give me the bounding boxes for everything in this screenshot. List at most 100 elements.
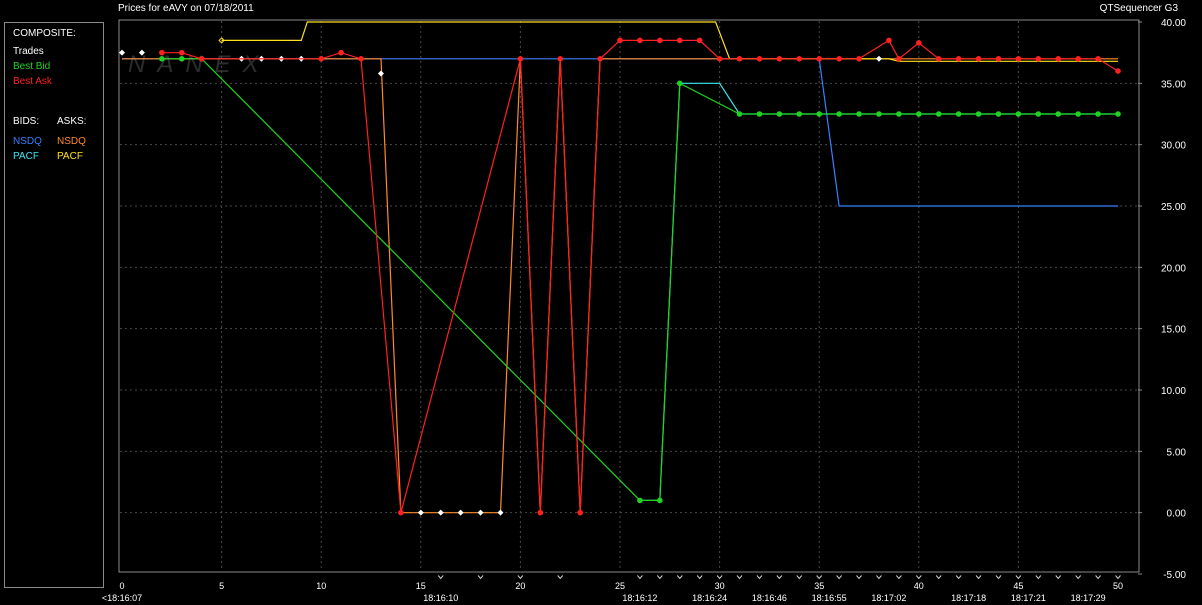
series-line-best-bid [161, 58, 1118, 501]
x-gap-marker [1095, 575, 1101, 580]
best-ask-point [617, 37, 623, 44]
best-bid-point [935, 111, 942, 117]
series-bid-pacf [639, 82, 1118, 501]
best-ask-point [178, 49, 185, 56]
best-ask-point [756, 56, 763, 62]
x-tick-label: 0 [119, 581, 124, 591]
best-bid-point [896, 111, 902, 117]
x-tick-label: 40 [914, 581, 924, 591]
x-time-label: 18:16:46 [752, 593, 787, 603]
x-tick-label: 45 [1013, 581, 1023, 591]
x-gap-marker [1015, 575, 1022, 580]
x-axis: 0 5 10 15 20 25 30 35 40 45 50 <18:16:07 18:16:10 18:… [102, 575, 1123, 603]
best-bid-point [975, 111, 982, 117]
series-line-best-ask [161, 39, 1119, 513]
best-bid-point [776, 111, 783, 117]
best-ask-point [318, 56, 325, 62]
trade-point [875, 55, 882, 62]
series-ask-pacf [218, 21, 1118, 62]
x-gap-marker [437, 575, 444, 580]
x-time-label: 18:17:02 [871, 593, 906, 603]
x-gap-marker [895, 575, 902, 580]
x-tick-label: 10 [316, 581, 326, 591]
best-bid-point [1055, 111, 1062, 117]
best-ask-point [159, 49, 165, 56]
x-gap-marker [975, 575, 982, 580]
x-gap-marker [637, 575, 643, 580]
x-tick-label: 25 [615, 581, 625, 591]
x-gap-marker [955, 575, 962, 580]
trade-point [437, 509, 444, 516]
x-gap-marker [796, 575, 803, 580]
best-ask-point [517, 56, 524, 62]
x-gap-marker [836, 575, 843, 580]
best-bid-point [995, 111, 1002, 117]
x-time-label: 18:17:29 [1071, 593, 1106, 603]
best-bid-point [637, 497, 643, 504]
x-gap-marker [716, 575, 723, 580]
series-best-ask [159, 37, 1121, 516]
trade-point [417, 509, 424, 516]
best-ask-point [916, 40, 922, 46]
x-gap-marker [816, 575, 823, 580]
best-bid-point [1115, 111, 1121, 117]
x-time-label: 18:17:18 [951, 593, 986, 603]
x-tick-label: 35 [814, 581, 824, 591]
best-ask-point [1015, 56, 1022, 62]
best-bid-point [1015, 111, 1022, 117]
x-time-label: <18:16:07 [102, 593, 142, 603]
best-bid-point [836, 111, 842, 117]
trade-point [457, 509, 464, 516]
y-tick-label: -5.00 [1163, 570, 1186, 581]
y-axis: 40.00 35.00 30.00 25.00 20.00 15.00 10.00 5.00 0… [1138, 18, 1186, 581]
x-gap-marker [1115, 575, 1121, 580]
best-bid-point [1095, 111, 1101, 117]
x-gap-marker [736, 575, 743, 580]
best-ask-point [716, 56, 723, 62]
best-ask-point [198, 56, 205, 62]
best-bid-point [876, 111, 882, 117]
best-bid-point [1035, 111, 1042, 117]
x-gap-marker [1035, 575, 1042, 580]
best-ask-point [557, 56, 564, 62]
best-ask-point [1035, 56, 1042, 62]
y-tick-label: 30.00 [1161, 141, 1186, 152]
best-bid-point [657, 497, 663, 504]
trade-point [477, 509, 484, 516]
x-gap-marker [776, 575, 783, 580]
series-line-ask-pacf [221, 21, 1118, 62]
x-tick-label: 5 [219, 581, 224, 591]
x-gap-marker [756, 575, 763, 580]
best-ask-point [836, 56, 842, 62]
y-tick-label: 20.00 [1161, 263, 1186, 274]
best-ask-point [676, 37, 683, 44]
x-tick-label: 50 [1113, 581, 1123, 591]
best-ask-point [1115, 68, 1121, 74]
x-time-label: 18:16:55 [812, 593, 847, 603]
best-ask-point [1075, 56, 1081, 62]
best-bid-point [756, 111, 763, 117]
best-ask-point [955, 56, 962, 62]
x-gap-marker [876, 575, 882, 580]
trade-point [119, 49, 125, 56]
y-tick-label: 10.00 [1161, 386, 1186, 397]
best-ask-point [358, 56, 364, 62]
x-tick-label: 20 [515, 581, 525, 591]
x-gap-marker [656, 575, 663, 580]
x-time-label: 18:16:24 [692, 593, 727, 603]
best-ask-point [338, 49, 344, 56]
best-ask-point [935, 56, 942, 62]
x-gap-marker [557, 575, 564, 580]
x-gap-marker [696, 575, 703, 580]
best-ask-point [537, 509, 544, 516]
best-ask-point [896, 56, 902, 62]
y-tick-label: 0.00 [1167, 509, 1187, 520]
best-ask-point [1055, 56, 1062, 62]
x-tick-label: 30 [715, 581, 725, 591]
trade-point [377, 70, 384, 77]
x-gap-marker [1055, 575, 1062, 580]
best-ask-point [796, 56, 803, 62]
x-gap-marker [995, 575, 1002, 580]
best-bid-point [178, 56, 185, 62]
best-bid-point [676, 80, 683, 87]
